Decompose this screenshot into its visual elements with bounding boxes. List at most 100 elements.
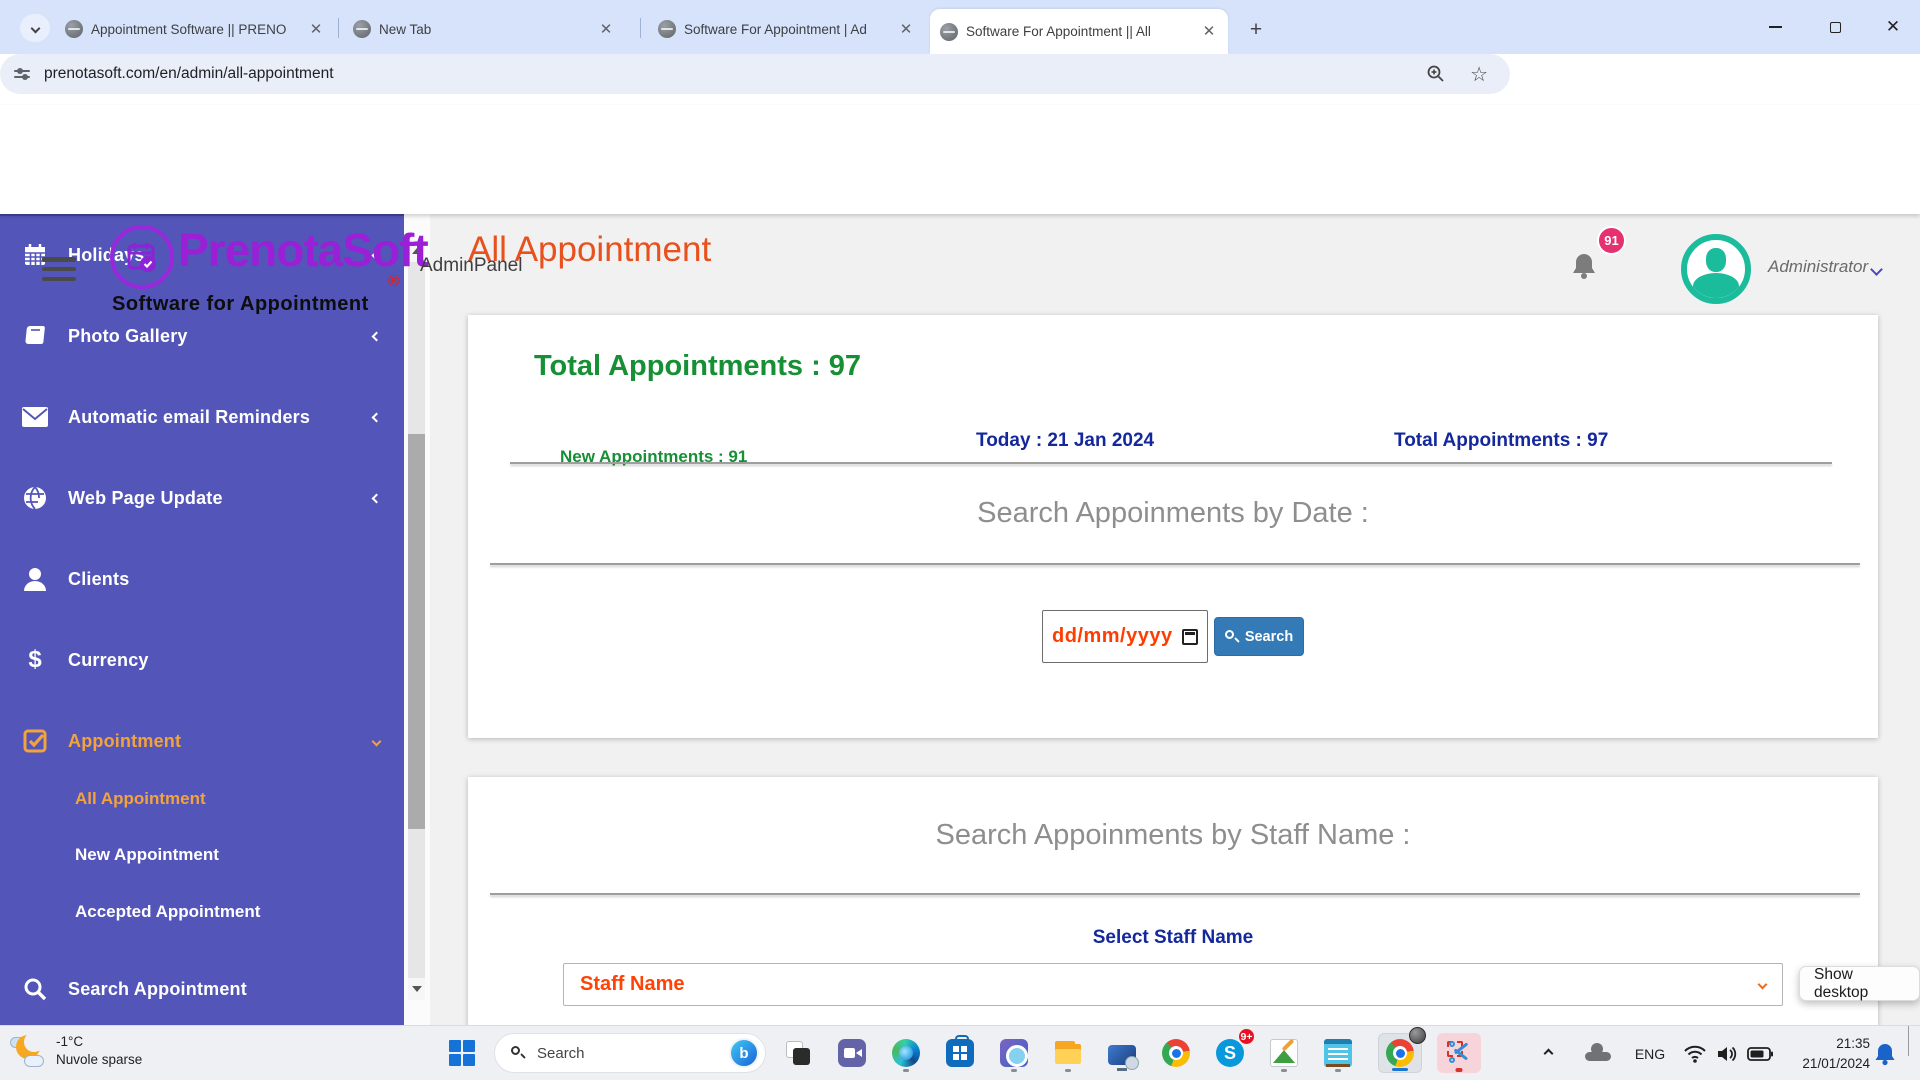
chevron-left-icon (373, 327, 380, 345)
browser-toolbar: ← → prenotasoft.com/en/admin/all-appoint… (0, 54, 1920, 105)
sidebar-toggle-hamburger[interactable] (42, 257, 76, 281)
show-desktop-separator[interactable] (1908, 1026, 1909, 1056)
app-header: PrenotaSoft ® Software for Appointment A… (0, 105, 1920, 214)
chat-app-button[interactable] (830, 1033, 874, 1073)
folder-icon (1054, 1039, 1082, 1067)
prenotasoft-logo-icon[interactable] (110, 225, 174, 289)
bookmark-star-icon[interactable]: ☆ (1470, 62, 1488, 87)
tab-favicon-icon (65, 20, 83, 38)
main-content: All Appointment Total Appointments : 97 … (430, 214, 1920, 1025)
bing-icon[interactable]: b (729, 1038, 759, 1068)
sidebar-subitem-all-appointment[interactable]: All Appointment (0, 779, 404, 819)
date-input[interactable]: dd/mm/yyyy (1042, 610, 1208, 663)
tab-1[interactable]: Appointment Software || PRENO ✕ (55, 9, 335, 49)
start-button[interactable] (440, 1033, 484, 1073)
window-minimize-button[interactable] (1762, 14, 1788, 40)
chrome-icon (1162, 1039, 1190, 1067)
image-editor-icon (1270, 1039, 1298, 1067)
skype-app-button[interactable]: S 9+ (1208, 1033, 1252, 1073)
chevron-down-icon (30, 23, 40, 33)
user-menu-chevron-down-icon[interactable] (1872, 261, 1881, 279)
sidebar-item-email-reminders[interactable]: Automatic email Reminders (0, 394, 404, 440)
tab-4-active[interactable]: Software For Appointment || All ✕ (930, 9, 1228, 54)
battery-icon (1747, 1047, 1773, 1061)
tab-close-icon[interactable]: ✕ (307, 20, 325, 38)
notifications-bell-icon[interactable] (1570, 251, 1598, 286)
edge-app-button[interactable] (884, 1033, 928, 1073)
chrome-active-window-button[interactable] (1378, 1033, 1422, 1073)
omnibox[interactable]: prenotasoft.com/en/admin/all-appointment… (0, 54, 1510, 94)
tab-close-icon[interactable]: ✕ (897, 20, 915, 38)
scrollbar-thumb[interactable] (408, 434, 425, 829)
sidebar-item-clients[interactable]: Clients (0, 556, 404, 602)
photos-app-button[interactable] (992, 1033, 1036, 1073)
language-indicator[interactable]: ENG (1628, 1026, 1672, 1080)
new-tab-button[interactable]: + (1242, 16, 1270, 44)
search-icon (22, 977, 48, 1001)
active-running-indicator (1392, 1068, 1408, 1071)
wifi-tray-icon[interactable] (1678, 1026, 1712, 1080)
sidebar-item-search-appointment[interactable]: Search Appointment (0, 966, 404, 1012)
chevron-left-icon (373, 408, 380, 426)
show-desktop-tooltip: Show desktop (1799, 966, 1920, 1001)
chevron-down-icon (1758, 980, 1768, 990)
person-icon (22, 567, 48, 591)
staff-name-select[interactable]: Staff Name (563, 963, 1783, 1006)
weather-moon-clouds-icon (8, 1031, 48, 1071)
remote-desktop-icon (1108, 1045, 1136, 1065)
sidebar-subitem-accepted-appointment[interactable]: Accepted Appointment (0, 892, 404, 932)
battery-tray-icon[interactable] (1742, 1026, 1778, 1080)
onedrive-tray-icon[interactable] (1585, 1026, 1625, 1080)
notification-center-button[interactable] (1868, 1026, 1902, 1080)
sidebar-subitem-new-appointment[interactable]: New Appointment (0, 835, 404, 875)
user-avatar[interactable] (1681, 234, 1751, 304)
sidebar-item-photo-gallery[interactable]: Photo Gallery (0, 313, 404, 359)
search-by-date-button[interactable]: Search (1214, 617, 1304, 656)
edge-icon (892, 1039, 920, 1067)
speaker-icon (1716, 1045, 1738, 1063)
zoom-page-icon[interactable] (1426, 64, 1446, 84)
book-icon (22, 324, 48, 348)
admin-panel-label: AdminPanel (420, 255, 522, 277)
staff-search-card: Search Appoinments by Staff Name : Selec… (468, 777, 1878, 1025)
search-icon (511, 1046, 525, 1060)
store-app-button[interactable] (938, 1033, 982, 1073)
taskbar-clock[interactable]: 21:35 21/01/2024 (1782, 1026, 1870, 1080)
weather-temperature: -1°C (56, 1033, 142, 1051)
snipping-tool-icon (1445, 1039, 1473, 1067)
remote-desktop-button[interactable] (1100, 1033, 1144, 1073)
chrome-app-button[interactable] (1154, 1033, 1198, 1073)
sidebar-item-web-page-update[interactable]: Web Page Update (0, 475, 404, 521)
select-staff-name-label: Select Staff Name (468, 927, 1878, 949)
tray-show-hidden-icons[interactable] (1545, 1026, 1585, 1080)
appointments-stats-card: Total Appointments : 97 New Appointments… (468, 315, 1878, 738)
image-editor-app-button[interactable] (1262, 1033, 1306, 1073)
scrollbar-down-arrow[interactable] (408, 978, 425, 1000)
tab-close-icon[interactable]: ✕ (597, 20, 615, 38)
url-text[interactable]: prenotasoft.com/en/admin/all-appointment (44, 65, 1426, 83)
date-input-value[interactable]: dd/mm/yyyy (1052, 625, 1182, 648)
file-explorer-button[interactable] (1046, 1033, 1090, 1073)
active-running-indicator (1456, 1068, 1463, 1072)
sidebar-item-appointment[interactable]: Appointment (0, 718, 404, 764)
notes-app-button[interactable] (1316, 1033, 1360, 1073)
window-close-button[interactable]: ✕ (1880, 14, 1906, 40)
tab-search-button[interactable] (20, 14, 50, 42)
task-view-button[interactable] (776, 1033, 820, 1073)
site-settings-icon[interactable] (14, 67, 32, 81)
weather-description: Nuvole sparse (56, 1051, 142, 1069)
tab-favicon-icon (353, 20, 371, 38)
taskbar-weather-widget[interactable]: -1°C Nuvole sparse (8, 1031, 142, 1071)
taskbar-search-box[interactable]: Search b (494, 1033, 766, 1073)
window-maximize-button[interactable] (1822, 14, 1848, 40)
snipping-tool-button[interactable] (1437, 1033, 1481, 1073)
date-picker-calendar-icon[interactable] (1182, 629, 1198, 645)
tab-2[interactable]: New Tab ✕ (343, 9, 625, 49)
sidebar-item-currency[interactable]: $ Currency (0, 637, 404, 683)
total-appointments-stat: Total Appointments : 97 (1394, 430, 1608, 452)
divider (510, 462, 1832, 464)
divider (490, 893, 1860, 895)
volume-tray-icon[interactable] (1710, 1026, 1744, 1080)
tab-3[interactable]: Software For Appointment | Ad ✕ (648, 9, 925, 49)
tab-close-icon[interactable]: ✕ (1200, 23, 1218, 41)
